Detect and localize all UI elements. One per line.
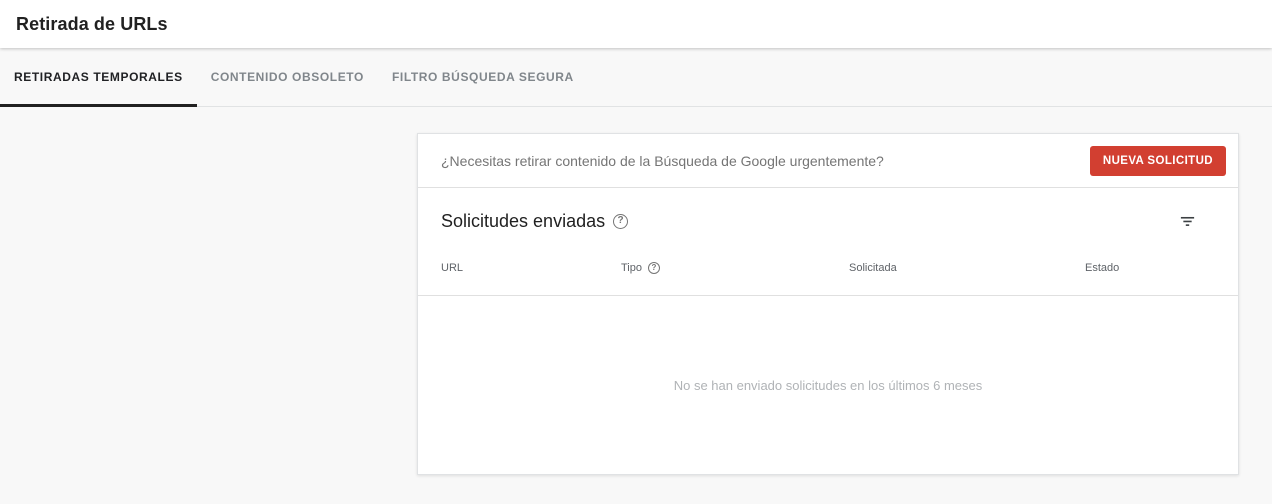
filter-icon[interactable] bbox=[1179, 213, 1196, 230]
tab-bar: RETIRADAS TEMPORALES CONTENIDO OBSOLETO … bbox=[0, 48, 1272, 107]
column-header-solicitada: Solicitada bbox=[849, 262, 897, 274]
urgent-row: ¿Necesitas retirar contenido de la Búsqu… bbox=[418, 134, 1238, 188]
page-title: Retirada de URLs bbox=[16, 13, 168, 34]
tab-filtro-busqueda-segura[interactable]: FILTRO BÚSQUEDA SEGURA bbox=[378, 48, 588, 106]
tab-label: CONTENIDO OBSOLETO bbox=[210, 70, 364, 84]
help-icon[interactable]: ? bbox=[613, 213, 629, 229]
column-header-tipo: Tipo ? bbox=[621, 262, 849, 274]
urgent-question: ¿Necesitas retirar contenido de la Búsqu… bbox=[441, 152, 884, 169]
tab-label: FILTRO BÚSQUEDA SEGURA bbox=[391, 70, 574, 84]
section-title: Solicitudes enviadas bbox=[441, 210, 606, 231]
removals-card: ¿Necesitas retirar contenido de la Búsqu… bbox=[417, 133, 1239, 475]
column-header-url: URL bbox=[441, 262, 464, 274]
empty-message: No se han enviado solicitudes en los últ… bbox=[673, 377, 983, 393]
help-icon[interactable]: ? bbox=[648, 262, 660, 274]
table-header-row: URL Tipo ? Solicitada Estado bbox=[441, 262, 1222, 274]
tab-label: RETIRADAS TEMPORALES bbox=[14, 70, 183, 84]
tab-retiradas-temporales[interactable]: RETIRADAS TEMPORALES bbox=[0, 48, 197, 107]
column-header-estado: Estado bbox=[1085, 262, 1120, 274]
content-area: ¿Necesitas retirar contenido de la Búsqu… bbox=[0, 107, 1272, 475]
new-request-button[interactable]: NUEVA SOLICITUD bbox=[1089, 145, 1226, 176]
submitted-requests-section: Solicitudes enviadas ? URL Tipo ? Solici… bbox=[418, 188, 1238, 296]
empty-state: No se han enviado solicitudes en los últ… bbox=[418, 296, 1238, 474]
column-header-tipo-label: Tipo bbox=[621, 262, 642, 274]
tab-contenido-obsoleto[interactable]: CONTENIDO OBSOLETO bbox=[197, 48, 378, 106]
section-header-row: Solicitudes enviadas ? bbox=[441, 210, 1222, 232]
page-header: Retirada de URLs bbox=[0, 0, 1272, 48]
